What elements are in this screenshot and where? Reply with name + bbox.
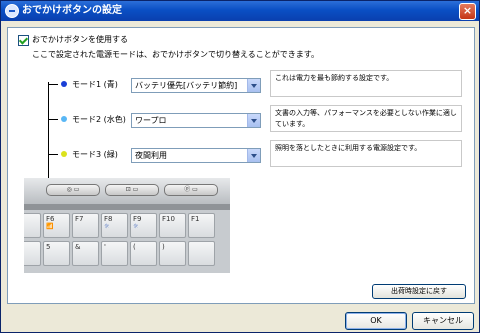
mode3-select-value: 夜間利用 (135, 151, 167, 160)
tree-branch (48, 84, 58, 85)
key-bottom: 5 (43, 241, 70, 266)
mode1-select[interactable]: バッテリ優先[バッテリ節約] (131, 78, 261, 93)
key-bottom: ' (101, 241, 128, 266)
window-title: おでかけボタンの設定 (22, 5, 122, 16)
laptop-button-2: ⊡ ▭ (105, 184, 159, 196)
mode3-select[interactable]: 夜間利用 (131, 148, 261, 163)
key-f7: F7 (72, 213, 99, 238)
chevron-down-icon[interactable] (247, 149, 260, 162)
use-button-checkbox-label[interactable]: おでかけボタンを使用する (32, 34, 128, 45)
laptop-button-1: ◎ ▭ (46, 184, 100, 196)
mode2-select[interactable]: ワープロ (131, 113, 261, 128)
key-f8: F8 ☼ (101, 213, 128, 238)
key-bottom (188, 241, 215, 266)
title-bar[interactable]: おでかけボタンの設定 × (1, 1, 479, 21)
laptop-button-photo: ◎ ▭ ⊡ ▭ ⓟ ▭ 5 F6📶 F7 F8☼ F9☼ F10 F1 % 5 … (24, 178, 230, 273)
mode3-label: モード3 (緑) (72, 150, 118, 159)
reset-defaults-button[interactable]: 出荷時設定に戻す (372, 284, 466, 299)
mode2-select-value: ワープロ (135, 116, 167, 125)
dialog-window: おでかけボタンの設定 × おでかけボタンを使用する ここで設定された電源モードは… (0, 0, 480, 333)
key-5: 5 (24, 213, 41, 238)
tree-branch (48, 154, 58, 155)
mode2-info: 文書の入力等、パフォーマンスを必要としない作業に適しています。 (270, 105, 462, 132)
mode1-color-dot (61, 81, 67, 87)
mode1-info: これは電力を最も節約する設定です。 (270, 70, 462, 97)
ok-button[interactable]: OK (345, 312, 407, 330)
key-bottom: ) (159, 241, 186, 266)
description-text: ここで設定された電源モードは、おでかけボタンで切り替えることができます。 (32, 50, 319, 59)
chevron-down-icon[interactable] (247, 114, 260, 127)
key-bottom: % (24, 241, 41, 266)
key-f9: F9 ☼ (130, 213, 157, 238)
settings-panel: おでかけボタンを使用する ここで設定された電源モードは、おでかけボタンで切り替え… (7, 27, 475, 304)
tree-connector (48, 82, 49, 182)
cancel-button[interactable]: キャンセル (412, 312, 474, 330)
mode1-select-value: バッテリ優先[バッテリ節約] (135, 81, 238, 90)
mode2-label: モード2 (水色) (72, 115, 126, 124)
key-f6: F6 📶 (43, 213, 70, 238)
use-button-checkbox[interactable] (18, 35, 29, 46)
mode3-color-dot (61, 151, 67, 157)
tree-branch (48, 119, 58, 120)
close-button[interactable]: × (459, 3, 476, 20)
key-bottom: & (72, 241, 99, 266)
laptop-keyboard: 5 F6📶 F7 F8☼ F9☼ F10 F1 % 5 & ' ( ) (24, 210, 230, 273)
mode2-color-dot (61, 116, 67, 122)
mode3-info: 照明を落としたときに利用する電源設定です。 (270, 140, 462, 167)
key-bottom: ( (130, 241, 157, 266)
mode1-label: モード1 (青) (72, 80, 118, 89)
app-icon (5, 4, 19, 18)
chevron-down-icon[interactable] (247, 79, 260, 92)
key-f11: F1 (188, 213, 215, 238)
laptop-button-3: ⓟ ▭ (164, 184, 218, 196)
key-f10: F10 (159, 213, 186, 238)
